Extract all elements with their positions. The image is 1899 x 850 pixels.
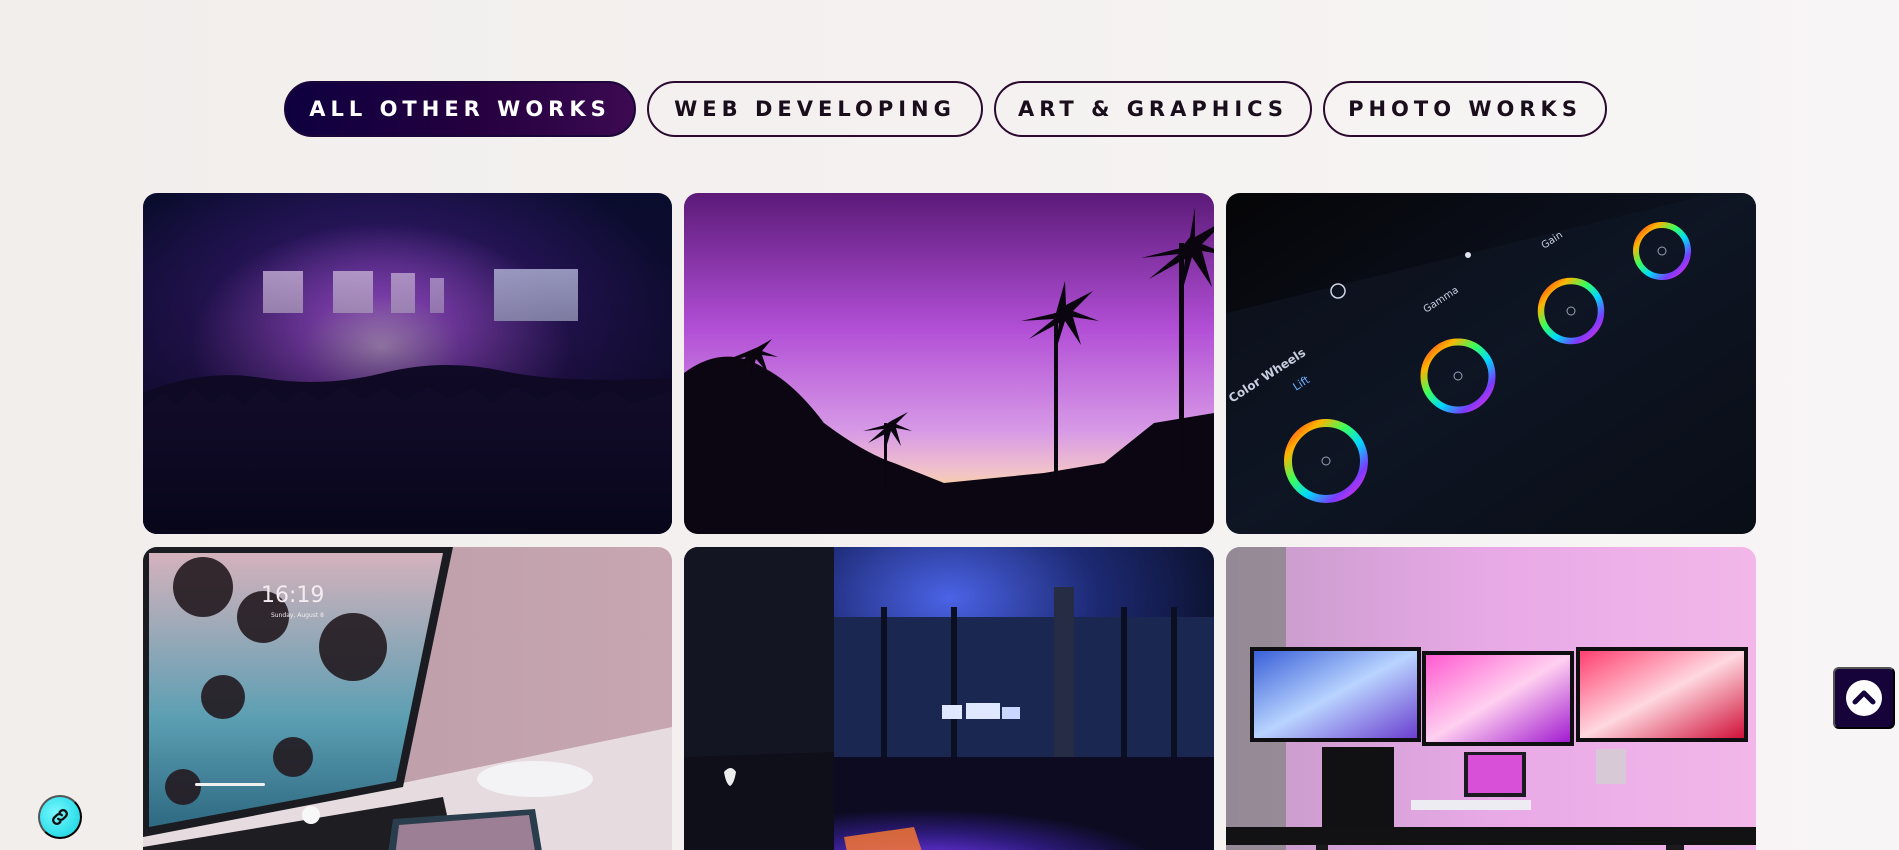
lock-screen-time: 16:19 — [261, 583, 324, 608]
portfolio-gallery: Color Wheels Lift Gamma Gain 16:19 Sunda… — [143, 193, 1756, 850]
color-wheels-image: Color Wheels Lift Gamma Gain — [1226, 193, 1756, 534]
concert-image — [143, 193, 672, 534]
gallery-item-color-grading[interactable]: Color Wheels Lift Gamma Gain — [1226, 193, 1756, 534]
gallery-item-triple-monitor[interactable] — [1226, 547, 1756, 850]
triple-monitor-image — [1226, 547, 1756, 850]
tablet-desk-image: 16:19 Sunday, August 8 — [143, 547, 672, 850]
chevron-up-circle-icon — [1846, 680, 1882, 716]
gallery-item-concert[interactable] — [143, 193, 672, 534]
palm-sunset-image — [684, 193, 1214, 534]
filter-all-other-works[interactable]: ALL OTHER WORKS — [284, 81, 636, 137]
filter-photo-works[interactable]: PHOTO WORKS — [1323, 81, 1607, 137]
portfolio-filter-bar: ALL OTHER WORKS WEB DEVELOPING ART & GRA… — [0, 81, 1899, 137]
gallery-item-night-workspace[interactable] — [684, 547, 1214, 850]
scroll-to-top-button[interactable] — [1833, 667, 1895, 729]
lock-screen-date: Sunday, August 8 — [271, 612, 324, 619]
night-workspace-image — [684, 547, 1214, 850]
filter-web-developing[interactable]: WEB DEVELOPING — [647, 81, 983, 137]
portfolio-page: ALL OTHER WORKS WEB DEVELOPING ART & GRA… — [0, 0, 1899, 850]
gallery-item-palm-sunset[interactable] — [684, 193, 1214, 534]
filter-art-graphics[interactable]: ART & GRAPHICS — [994, 81, 1312, 137]
share-link-button[interactable] — [38, 795, 82, 839]
gallery-item-tablet-desk[interactable]: 16:19 Sunday, August 8 — [143, 547, 672, 850]
link-icon — [52, 809, 68, 825]
